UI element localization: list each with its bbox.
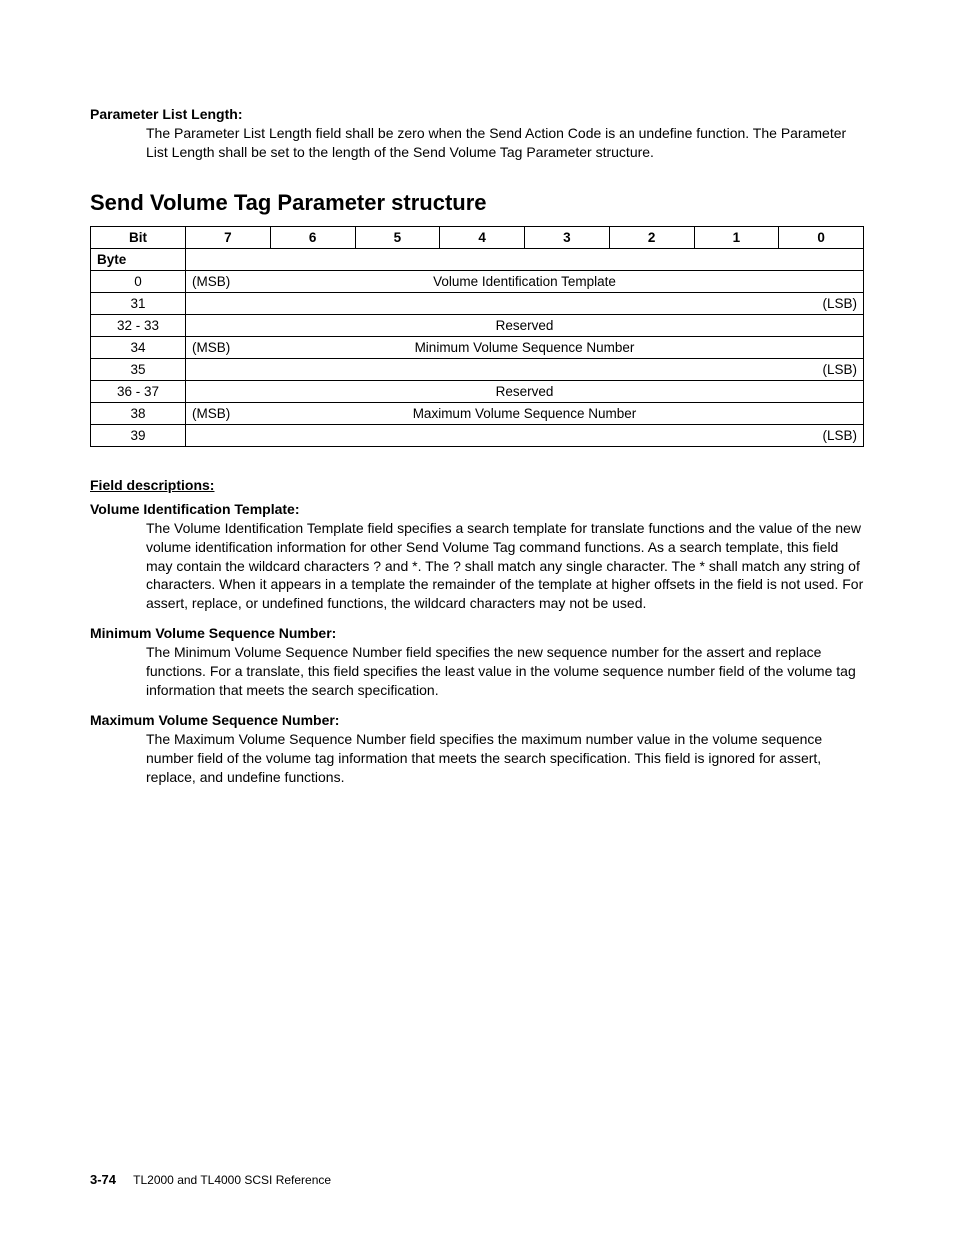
table-row: 32 - 33 Reserved bbox=[91, 314, 864, 336]
page-content: Parameter List Length: The Parameter Lis… bbox=[0, 0, 954, 817]
table-row: 35 (LSB) bbox=[91, 358, 864, 380]
lsb-label: (LSB) bbox=[186, 424, 864, 446]
table-byte-label-row: Byte bbox=[91, 248, 864, 270]
table-row: 38 (MSB) Maximum Volume Sequence Number bbox=[91, 402, 864, 424]
bit-col-7: 7 bbox=[186, 226, 271, 248]
lsb-label: (LSB) bbox=[186, 292, 864, 314]
field-descriptions-heading: Field descriptions: bbox=[90, 477, 864, 493]
byte-cell: 39 bbox=[91, 424, 186, 446]
minvsn-term: Minimum Volume Sequence Number: bbox=[90, 625, 864, 641]
byte-cell: 31 bbox=[91, 292, 186, 314]
byte-cell: 35 bbox=[91, 358, 186, 380]
bit-col-6: 6 bbox=[270, 226, 355, 248]
field-label: Reserved bbox=[186, 380, 864, 402]
table-row: 34 (MSB) Minimum Volume Sequence Number bbox=[91, 336, 864, 358]
byte-cell: 32 - 33 bbox=[91, 314, 186, 336]
corner-bit-label: Bit bbox=[91, 226, 186, 248]
bit-col-0: 0 bbox=[779, 226, 864, 248]
data-cell: (MSB) Volume Identification Template bbox=[186, 270, 864, 292]
page-footer: 3-74 TL2000 and TL4000 SCSI Reference bbox=[90, 1172, 331, 1187]
empty-cell bbox=[186, 248, 864, 270]
maxvsn-body: The Maximum Volume Sequence Number field… bbox=[146, 730, 864, 787]
corner-byte-label: Byte bbox=[91, 248, 186, 270]
section-heading: Send Volume Tag Parameter structure bbox=[90, 190, 864, 216]
maxvsn-term: Maximum Volume Sequence Number: bbox=[90, 712, 864, 728]
lsb-label: (LSB) bbox=[186, 358, 864, 380]
param-list-length-term: Parameter List Length: bbox=[90, 106, 864, 122]
bit-col-1: 1 bbox=[694, 226, 779, 248]
table-row: 39 (LSB) bbox=[91, 424, 864, 446]
byte-cell: 36 - 37 bbox=[91, 380, 186, 402]
bit-col-5: 5 bbox=[355, 226, 440, 248]
table-row: 0 (MSB) Volume Identification Template bbox=[91, 270, 864, 292]
data-cell: (MSB) Minimum Volume Sequence Number bbox=[186, 336, 864, 358]
table-row: 36 - 37 Reserved bbox=[91, 380, 864, 402]
byte-cell: 0 bbox=[91, 270, 186, 292]
bit-col-2: 2 bbox=[609, 226, 694, 248]
vit-body: The Volume Identification Template field… bbox=[146, 519, 864, 613]
param-list-length-body: The Parameter List Length field shall be… bbox=[146, 124, 864, 162]
data-cell: (MSB) Maximum Volume Sequence Number bbox=[186, 402, 864, 424]
bit-col-4: 4 bbox=[440, 226, 525, 248]
table-row: 31 (LSB) bbox=[91, 292, 864, 314]
byte-cell: 34 bbox=[91, 336, 186, 358]
table-header-row: Bit 7 6 5 4 3 2 1 0 bbox=[91, 226, 864, 248]
bit-col-3: 3 bbox=[525, 226, 610, 248]
field-label: Reserved bbox=[186, 314, 864, 336]
doc-title: TL2000 and TL4000 SCSI Reference bbox=[133, 1173, 331, 1187]
field-label: Maximum Volume Sequence Number bbox=[186, 406, 863, 421]
field-label: Minimum Volume Sequence Number bbox=[186, 340, 863, 355]
page-number: 3-74 bbox=[90, 1172, 116, 1187]
vit-term: Volume Identification Template: bbox=[90, 501, 864, 517]
minvsn-body: The Minimum Volume Sequence Number field… bbox=[146, 643, 864, 700]
parameter-structure-table: Bit 7 6 5 4 3 2 1 0 Byte 0 (MSB) Volume … bbox=[90, 226, 864, 447]
field-label: Volume Identification Template bbox=[186, 274, 863, 289]
byte-cell: 38 bbox=[91, 402, 186, 424]
